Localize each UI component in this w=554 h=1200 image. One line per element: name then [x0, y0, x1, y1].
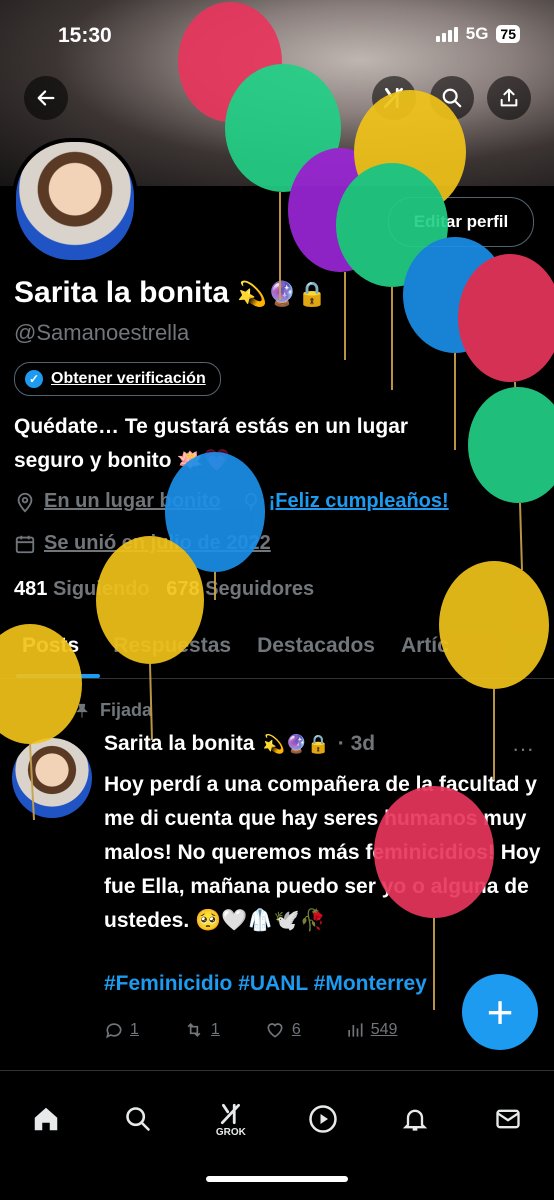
status-time: 15:30: [58, 24, 112, 47]
profile-bio: Quédate… Te gustará estás en un lugar se…: [14, 410, 534, 478]
nav-notifications[interactable]: [390, 1094, 440, 1144]
nav-video[interactable]: [298, 1094, 348, 1144]
profile-name: Sarita la bonita 💫🔮🔒: [14, 276, 327, 310]
get-verified-label: Obtener verificación: [51, 370, 206, 387]
profile-name-text: Sarita la bonita: [14, 276, 230, 309]
birthday-link[interactable]: ¡Feliz cumpleaños!: [269, 490, 449, 513]
verified-check-icon: ✓: [25, 370, 43, 388]
profile-meta-row-1: En un lugar bonito ¡Feliz cumpleaños!: [14, 490, 449, 513]
reply-button[interactable]: 1: [104, 1020, 139, 1040]
views-button[interactable]: 549: [345, 1020, 398, 1040]
post-time: · 3d: [337, 732, 376, 755]
bell-icon: [403, 1109, 428, 1131]
balloon-icon: [244, 492, 257, 510]
pinned-label: Fijada: [74, 700, 152, 721]
repost-count: 1: [210, 1021, 220, 1038]
grok-icon: [383, 87, 403, 109]
reply-icon: [106, 1023, 122, 1039]
post-author[interactable]: Sarita la bonita: [104, 732, 255, 756]
battery-level: 75: [496, 25, 520, 43]
nav-search[interactable]: [113, 1094, 163, 1144]
share-icon: [500, 88, 518, 107]
grok-nav-icon: [220, 1103, 240, 1124]
like-icon: [267, 1023, 283, 1038]
post-avatar[interactable]: [12, 738, 92, 818]
network-label: 5G: [465, 24, 489, 43]
like-button[interactable]: 6: [264, 1020, 301, 1040]
views-count: 549: [370, 1021, 398, 1038]
tab-articles[interactable]: Artíc: [375, 628, 449, 678]
bio-line-1: Quédate… Te gustará estás en un lugar: [14, 415, 409, 438]
more-options-icon[interactable]: ···: [512, 736, 534, 762]
grok-button[interactable]: [372, 76, 416, 120]
profile-meta-row-2: Se unió en julio de 2022: [14, 532, 271, 555]
edit-profile-button[interactable]: Editar perfil: [388, 197, 534, 247]
like-count: 6: [291, 1021, 301, 1038]
plus-icon: +: [486, 986, 514, 1038]
followers-count: 678: [166, 578, 200, 600]
post-header: Sarita la bonita 💫🔮🔒 · 3d: [104, 732, 375, 756]
repost-button[interactable]: 1: [183, 1020, 220, 1040]
home-indicator: [206, 1176, 348, 1182]
back-button[interactable]: [24, 76, 68, 120]
back-arrow-icon: [37, 90, 55, 106]
search-nav-icon: [126, 1107, 151, 1131]
post-author-emojis: 💫🔮🔒: [262, 733, 330, 754]
repost-icon: [187, 1022, 201, 1038]
active-tab-indicator: [16, 674, 100, 678]
tab-posts[interactable]: Posts: [0, 628, 79, 678]
grok-label: GROK: [215, 1126, 246, 1138]
nav-home[interactable]: [21, 1094, 71, 1144]
share-button[interactable]: [487, 76, 531, 120]
post-actions: 1 1 6 549: [104, 1020, 524, 1040]
search-icon: [442, 88, 462, 108]
home-icon: [34, 1107, 58, 1131]
calendar-icon: [15, 535, 35, 553]
profile-avatar[interactable]: [12, 138, 138, 264]
search-button[interactable]: [430, 76, 474, 120]
compose-button[interactable]: +: [462, 974, 538, 1050]
play-icon: [309, 1105, 337, 1133]
reply-count: 1: [130, 1021, 139, 1038]
bottom-nav: GROK: [0, 1084, 554, 1154]
profile-location[interactable]: En un lugar bonito: [44, 490, 221, 513]
signal-icon: [435, 26, 458, 42]
following-count: 481: [14, 578, 48, 600]
get-verified-button[interactable]: ✓ Obtener verificación: [14, 362, 221, 396]
pin-icon: [76, 703, 88, 718]
post-text: Hoy perdí a una compañera de la facultad…: [104, 773, 541, 932]
followers-stat[interactable]: 678 Seguidores: [166, 578, 314, 600]
bio-line-2: seguro y bonito 🪷💗: [14, 449, 230, 472]
joined-date: Se unió en julio de 2022: [44, 532, 271, 554]
tab-highlights[interactable]: Destacados: [231, 628, 375, 678]
profile-tabs: Posts Respuestas Destacados Artíc: [0, 628, 554, 679]
mail-icon: [496, 1109, 520, 1129]
nav-grok[interactable]: GROK: [206, 1094, 256, 1144]
follow-stats: 481 Siguiendo 678 Seguidores: [14, 578, 314, 601]
followers-label: Seguidores: [205, 578, 315, 600]
tab-replies[interactable]: Respuestas: [79, 628, 231, 678]
location-icon: [17, 492, 33, 512]
profile-handle: @Samanoestrella: [14, 320, 190, 345]
bottom-divider: [0, 1070, 554, 1071]
post-hashtags[interactable]: #Feminicidio #UANL #Monterrey: [104, 972, 427, 996]
views-icon: [348, 1023, 363, 1037]
pinned-text: Fijada: [100, 700, 153, 720]
profile-name-emojis: 💫🔮🔒: [237, 281, 328, 308]
following-label: Siguiendo: [52, 578, 150, 600]
following-stat[interactable]: 481 Siguiendo: [14, 578, 150, 600]
status-indicators: 5G 75: [435, 24, 520, 44]
nav-messages[interactable]: [483, 1094, 533, 1144]
